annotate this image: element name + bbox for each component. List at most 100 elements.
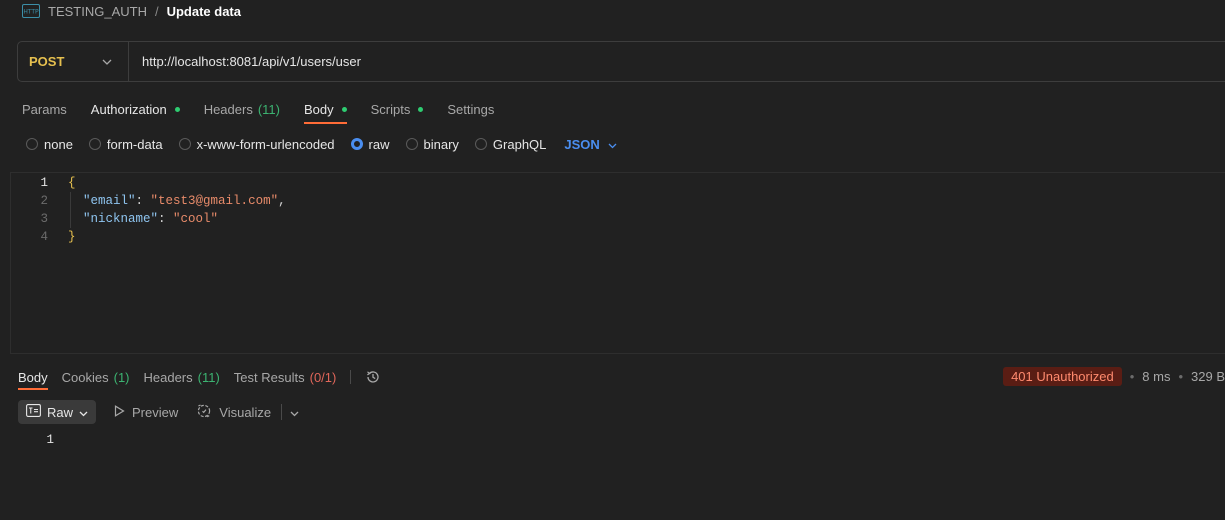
radio-circle-icon [178, 138, 191, 150]
request-body-editor[interactable]: 1 { 2 "email": "test3@gmail.com", 3 "nic… [10, 172, 1225, 354]
preview-label: Preview [132, 404, 179, 420]
breadcrumb: HTTP TESTING_AUTH / Update data [22, 0, 241, 22]
line-number: 4 [40, 230, 48, 244]
url-bar: POST [17, 41, 1225, 82]
close-brace: } [68, 230, 76, 244]
status-dot-icon [418, 106, 424, 112]
radio-label: binary [423, 136, 459, 152]
visualize-button[interactable]: Visualize [196, 403, 271, 422]
radio-raw[interactable]: raw [350, 136, 390, 152]
tab-authorization[interactable]: Authorization [91, 96, 180, 122]
open-brace: { [68, 176, 76, 190]
tab-count: (0/1) [309, 369, 337, 385]
tab-count: (1) [113, 369, 130, 385]
tab-settings[interactable]: Settings [447, 96, 494, 122]
visualize-label: Visualize [219, 404, 272, 420]
radio-label: none [44, 136, 73, 152]
tab-label: Authorization [90, 101, 167, 117]
raw-format-icon [26, 404, 41, 420]
tab-label: Headers [143, 369, 193, 385]
visualize-menu-button[interactable] [290, 405, 299, 420]
tab-label: Scripts [370, 101, 411, 117]
tab-label: Settings [447, 101, 495, 117]
radio-form-data[interactable]: form-data [88, 136, 163, 152]
tab-label: Cookies [61, 369, 109, 385]
raw-label: Raw [47, 404, 74, 420]
tab-cookies[interactable]: Cookies (1) [62, 366, 130, 388]
radio-circle-icon [26, 138, 38, 150]
line-number: 3 [40, 212, 48, 226]
breadcrumb-collection[interactable]: TESTING_AUTH [48, 4, 147, 19]
response-time[interactable]: 8 ms [1142, 369, 1170, 384]
svg-text:HTTP: HTTP [23, 9, 39, 16]
radio-label: x-www-form-urlencoded [196, 136, 335, 152]
chevron-down-icon [102, 59, 112, 65]
format-label: JSON [564, 136, 600, 152]
tab-test-results[interactable]: Test Results (0/1) [234, 366, 337, 388]
play-icon [114, 404, 125, 420]
divider [281, 404, 283, 420]
request-tabs: Params Authorization Headers (11) Body S… [22, 96, 494, 124]
code-line: 2 "email": "test3@gmail.com", [11, 192, 1225, 210]
divider [350, 370, 352, 384]
response-size[interactable]: 329 B [1191, 369, 1225, 384]
breadcrumb-separator: / [154, 3, 159, 19]
comma: , [278, 194, 286, 208]
status-badge[interactable]: 401 Unauthorized [1003, 366, 1122, 386]
chevron-down-icon [290, 405, 299, 420]
breadcrumb-request-name[interactable]: Update data [167, 4, 241, 19]
colon: : [135, 194, 151, 208]
radio-none[interactable]: none [26, 137, 73, 152]
chevron-down-icon [79, 405, 88, 420]
preview-button[interactable]: Preview [114, 405, 178, 420]
json-value: "cool" [173, 212, 219, 226]
chevron-down-icon [608, 137, 617, 152]
url-input[interactable] [129, 42, 1225, 81]
radio-circle-icon [405, 138, 418, 150]
raw-format-button[interactable]: Raw [18, 400, 97, 424]
tab-params[interactable]: Params [22, 96, 67, 122]
radio-binary[interactable]: binary [405, 136, 459, 152]
separator-dot: • [1178, 368, 1184, 384]
tab-response-headers[interactable]: Headers (11) [144, 366, 220, 388]
code-line: 1 { [11, 174, 1225, 192]
tab-label: Params [22, 101, 67, 117]
response-toolbar: Raw Preview Visualize [18, 400, 299, 424]
radio-x-www-form-urlencoded[interactable]: x-www-form-urlencoded [178, 136, 335, 152]
tab-response-body[interactable]: Body [18, 366, 48, 390]
postman-request-view: HTTP TESTING_AUTH / Update data POST Par… [0, 0, 1225, 520]
tab-body[interactable]: Body [303, 96, 347, 124]
http-icon: HTTP [22, 4, 40, 18]
response-meta: 401 Unauthorized • 8 ms • 329 B [1003, 366, 1225, 386]
radio-graphql[interactable]: GraphQL [474, 136, 547, 152]
tab-label: Test Results [233, 369, 305, 385]
method-label: POST [29, 54, 65, 69]
radio-circle-icon [88, 138, 101, 150]
tab-count: (11) [197, 369, 220, 385]
response-tabs: Body Cookies (1) Headers (11) Test Resul… [18, 365, 381, 390]
separator-dot: • [1129, 368, 1135, 384]
history-icon[interactable] [365, 369, 381, 385]
code-line: 3 "nickname": "cool" [11, 210, 1225, 228]
tab-count: (11) [257, 101, 280, 117]
colon: : [158, 212, 174, 226]
tab-headers[interactable]: Headers (11) [204, 96, 280, 122]
visualize-icon [196, 403, 212, 422]
radio-label: form-data [106, 136, 163, 152]
tab-label: Body [303, 101, 334, 117]
radio-label: raw [368, 136, 390, 152]
radio-circle-icon [474, 138, 487, 150]
format-select[interactable]: JSON [564, 136, 617, 152]
method-select[interactable]: POST [18, 42, 129, 81]
tab-label: Headers [203, 101, 253, 117]
status-dot-icon [174, 106, 180, 112]
response-line-number: 1 [46, 433, 54, 447]
body-type-options: none form-data x-www-form-urlencoded raw… [26, 135, 617, 153]
tab-scripts[interactable]: Scripts [371, 96, 424, 122]
json-value: "test3@gmail.com" [150, 194, 279, 208]
json-key: "email" [83, 194, 136, 208]
code-line: 4 } [11, 228, 1225, 246]
line-number: 1 [40, 176, 48, 190]
line-number: 2 [40, 194, 48, 208]
radio-label: GraphQL [492, 136, 547, 152]
